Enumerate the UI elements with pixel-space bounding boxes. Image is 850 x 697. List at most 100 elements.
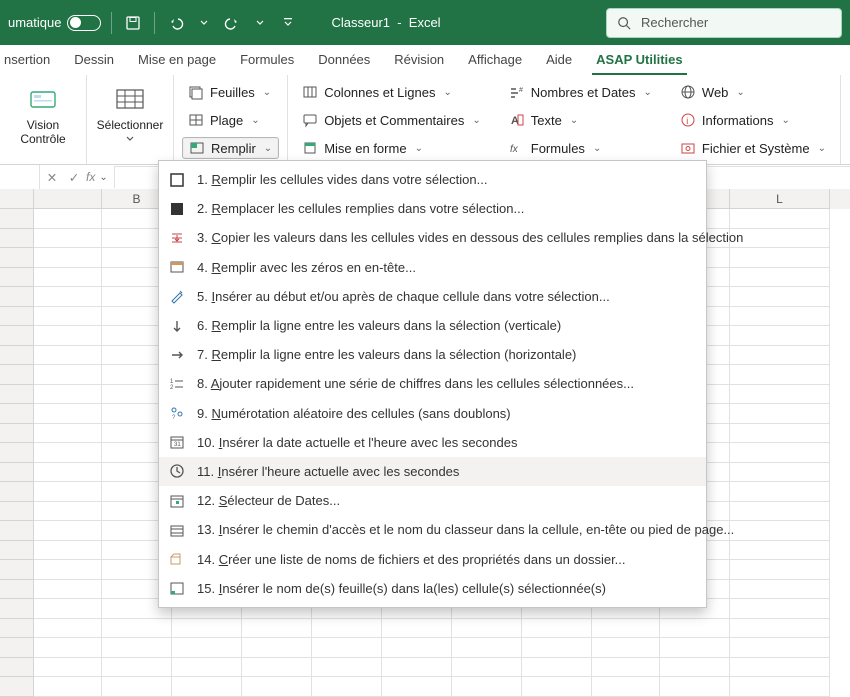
cell[interactable] <box>452 677 522 697</box>
column-header[interactable] <box>34 189 102 209</box>
menu-item[interactable]: 3. Copier les valeurs dans les cellules … <box>159 223 706 252</box>
cell[interactable] <box>34 404 102 424</box>
menu-item[interactable]: 4. Remplir avec les zéros en en-tête... <box>159 253 706 282</box>
tab-donnees[interactable]: Données <box>314 46 374 75</box>
row-header[interactable] <box>0 385 34 405</box>
fichier-systeme-button[interactable]: Fichier et Système⌄ <box>674 137 832 159</box>
menu-item[interactable]: 12. Sélecteur de Dates... <box>159 486 706 515</box>
vision-controle-button[interactable]: Vision Contrôle <box>8 81 78 160</box>
row-header[interactable] <box>0 599 34 619</box>
cell[interactable] <box>452 619 522 639</box>
undo-dropdown-icon[interactable] <box>193 11 215 35</box>
row-header[interactable] <box>0 541 34 561</box>
row-header[interactable] <box>0 502 34 522</box>
informations-button[interactable]: i Informations⌄ <box>674 109 832 131</box>
cell[interactable] <box>382 638 452 658</box>
row-header[interactable] <box>0 560 34 580</box>
tab-mise-en-page[interactable]: Mise en page <box>134 46 220 75</box>
column-header[interactable]: L <box>730 189 830 209</box>
cell[interactable] <box>34 482 102 502</box>
cell[interactable] <box>34 424 102 444</box>
cell[interactable] <box>730 424 830 444</box>
cell[interactable] <box>34 599 102 619</box>
cell[interactable] <box>242 677 312 697</box>
cell[interactable] <box>34 287 102 307</box>
cell[interactable] <box>522 638 592 658</box>
web-button[interactable]: Web⌄ <box>674 81 832 103</box>
cell[interactable] <box>172 638 242 658</box>
cell[interactable] <box>452 638 522 658</box>
cell[interactable] <box>730 619 830 639</box>
cell[interactable] <box>34 346 102 366</box>
cell[interactable] <box>34 385 102 405</box>
cell[interactable] <box>730 248 830 268</box>
cell[interactable] <box>730 385 830 405</box>
row-header[interactable] <box>0 209 34 229</box>
row-header[interactable] <box>0 404 34 424</box>
cell[interactable] <box>730 482 830 502</box>
cell[interactable] <box>34 307 102 327</box>
row-header[interactable] <box>0 580 34 600</box>
redo-dropdown-icon[interactable] <box>249 11 271 35</box>
cell[interactable] <box>522 619 592 639</box>
cell[interactable] <box>730 404 830 424</box>
cell[interactable] <box>730 521 830 541</box>
mise-en-forme-button[interactable]: Mise en forme⌄ <box>296 137 487 159</box>
tab-aide[interactable]: Aide <box>542 46 576 75</box>
cell[interactable] <box>102 638 172 658</box>
cell[interactable] <box>730 268 830 288</box>
row-header[interactable] <box>0 307 34 327</box>
cell[interactable] <box>592 658 660 678</box>
search-box[interactable]: Rechercher <box>606 8 842 38</box>
menu-item[interactable]: 128. Ajouter rapidement une série de chi… <box>159 369 706 398</box>
cell[interactable] <box>102 619 172 639</box>
tab-affichage[interactable]: Affichage <box>464 46 526 75</box>
confirm-edit-icon[interactable]: ✓ <box>64 170 84 185</box>
cell[interactable] <box>172 677 242 697</box>
cell[interactable] <box>382 677 452 697</box>
menu-item[interactable]: 13. Insérer le chemin d'accès et le nom … <box>159 515 706 544</box>
cell[interactable] <box>730 638 830 658</box>
autosave-toggle[interactable] <box>67 15 101 31</box>
qat-customize-icon[interactable] <box>277 11 299 35</box>
objets-commentaires-button[interactable]: Objets et Commentaires⌄ <box>296 109 487 131</box>
cell[interactable] <box>242 619 312 639</box>
cell[interactable] <box>730 209 830 229</box>
menu-item[interactable]: 6. Remplir la ligne entre les valeurs da… <box>159 311 706 340</box>
row-header[interactable] <box>0 424 34 444</box>
row-header[interactable] <box>0 463 34 483</box>
menu-item[interactable]: 15. Insérer le nom de(s) feuille(s) dans… <box>159 574 706 603</box>
cell[interactable] <box>34 209 102 229</box>
row-header[interactable] <box>0 619 34 639</box>
cell[interactable] <box>312 638 382 658</box>
cell[interactable] <box>660 677 730 697</box>
row-header[interactable] <box>0 443 34 463</box>
tab-insertion[interactable]: nsertion <box>0 46 54 75</box>
tab-dessin[interactable]: Dessin <box>70 46 118 75</box>
cell[interactable] <box>522 677 592 697</box>
cell[interactable] <box>730 677 830 697</box>
cell[interactable] <box>102 658 172 678</box>
cell[interactable] <box>730 365 830 385</box>
cell[interactable] <box>730 287 830 307</box>
row-header[interactable] <box>0 326 34 346</box>
cell[interactable] <box>34 248 102 268</box>
row-header[interactable] <box>0 248 34 268</box>
save-icon[interactable] <box>122 11 144 35</box>
menu-item[interactable]: 1. Remplir les cellules vides dans votre… <box>159 165 706 194</box>
cell[interactable] <box>730 580 830 600</box>
cell[interactable] <box>730 326 830 346</box>
cell[interactable] <box>34 638 102 658</box>
cell[interactable] <box>730 560 830 580</box>
remplir-button[interactable]: Remplir⌄ <box>182 137 279 159</box>
cell[interactable] <box>34 658 102 678</box>
cell[interactable] <box>172 658 242 678</box>
row-header[interactable] <box>0 658 34 678</box>
cell[interactable] <box>34 463 102 483</box>
cell[interactable] <box>34 268 102 288</box>
cell[interactable] <box>34 326 102 346</box>
tab-asap-utilities[interactable]: ASAP Utilities <box>592 46 686 75</box>
cell[interactable] <box>660 658 730 678</box>
row-header[interactable] <box>0 365 34 385</box>
cell[interactable] <box>34 580 102 600</box>
